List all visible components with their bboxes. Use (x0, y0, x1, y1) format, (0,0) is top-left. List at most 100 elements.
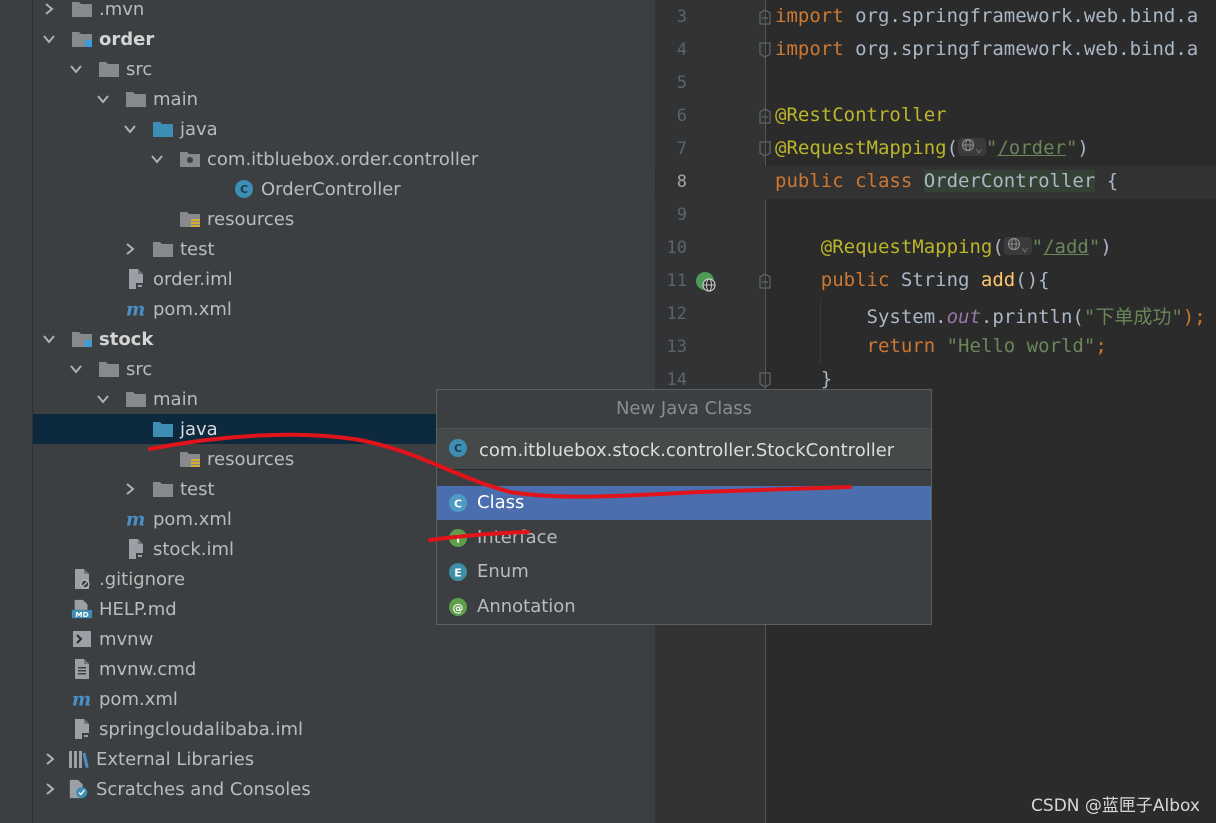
code-line-7[interactable]: 7 @RequestMapping(⌄ "/order") (655, 133, 1216, 166)
module-folder-icon (71, 28, 93, 50)
tree-node[interactable]: mvnw (0, 624, 655, 654)
chevron-down-icon[interactable] (122, 121, 138, 137)
tree-node[interactable]: m pom.xml (0, 684, 655, 714)
kind-label: Interface (477, 526, 558, 548)
chevron-down-icon[interactable] (149, 151, 165, 167)
chevron-down-icon[interactable] (41, 331, 57, 347)
svg-text:m: m (72, 689, 91, 709)
code-line-11[interactable]: 11 public String add(){ (655, 265, 1216, 298)
class-name: OrderController (923, 170, 1096, 192)
tree-node[interactable]: java (0, 114, 655, 144)
module-folder-icon (71, 328, 93, 350)
tree-node-label: Scratches and Consoles (96, 778, 311, 800)
code-text: ( (992, 236, 1004, 258)
tree-node-label: stock (99, 328, 154, 350)
kind-option-annotation[interactable]: @ Annotation (437, 590, 931, 624)
code-text: ) (1077, 137, 1089, 159)
code-line-4[interactable]: 4 import org.springframework.web.bind.a (655, 34, 1216, 67)
tree-node-label: mvnw (99, 628, 154, 650)
kind-label: Enum (477, 561, 529, 582)
kind-label: Annotation (477, 595, 576, 617)
tree-node-label: java (180, 418, 218, 440)
class-name-field[interactable]: C (437, 429, 931, 470)
globe-icon (1007, 237, 1020, 251)
code-text: { (1095, 170, 1119, 192)
code-line-12[interactable]: 12 System.out.println("下单成功"); (655, 298, 1216, 331)
url-inlay-hint[interactable]: ⌄ (958, 138, 986, 156)
chevron-right-icon[interactable] (42, 781, 58, 797)
fold-marker-icon[interactable] (758, 42, 772, 58)
iml-file-icon (71, 718, 93, 740)
keyword: import (775, 5, 844, 27)
kind-annotation-icon: @ (448, 597, 468, 617)
line-number: 4 (676, 40, 687, 60)
chevron-right-icon[interactable] (41, 1, 57, 17)
chevron-down-icon[interactable] (41, 31, 57, 47)
chevron-right-icon[interactable] (122, 481, 138, 497)
code-line-3[interactable]: 3 import org.springframework.web.bind.a (655, 1, 1216, 34)
line-number: 9 (676, 205, 687, 225)
fold-marker-icon[interactable] (758, 108, 772, 124)
tree-node[interactable]: .mvn (0, 0, 655, 24)
source-folder-icon (152, 418, 174, 440)
chevron-down-icon[interactable] (68, 61, 84, 77)
class-name-input[interactable] (477, 437, 921, 463)
line-number: 3 (676, 7, 687, 27)
tree-node[interactable]: springcloudalibaba.iml (0, 714, 655, 744)
code-line-8[interactable]: 8 public class OrderController { (655, 166, 1216, 199)
keyword: return (866, 335, 936, 357)
keyword: public (775, 170, 844, 192)
popup-title: New Java Class (437, 390, 931, 429)
annotation: @RequestMapping (775, 137, 947, 159)
tree-node[interactable]: m pom.xml (0, 294, 655, 324)
fold-marker-icon[interactable] (758, 9, 772, 25)
fold-marker-icon[interactable] (758, 372, 772, 388)
kind-option-interface[interactable]: I Interface (437, 521, 931, 555)
chevron-down-icon[interactable] (95, 391, 111, 407)
svg-text:I: I (456, 532, 460, 545)
code-line-9[interactable]: 9 (655, 199, 1216, 232)
markdown-file-icon: MD (71, 598, 93, 620)
fold-marker-icon[interactable] (758, 141, 772, 157)
chevron-right-icon[interactable] (122, 241, 138, 257)
code-line-5[interactable]: 5 (655, 67, 1216, 100)
tree-node-label: .mvn (99, 0, 145, 20)
chevron-right-icon[interactable] (42, 751, 58, 767)
tree-node[interactable]: test (0, 234, 655, 264)
code-text: ( (946, 137, 959, 159)
tree-node[interactable]: order (0, 24, 655, 54)
shell-script-icon (71, 628, 93, 650)
iml-file-icon (125, 538, 147, 560)
line-number: 12 (666, 304, 687, 324)
code-line-13[interactable]: 13 return "Hello world"; (655, 331, 1216, 364)
line-number: 13 (666, 337, 687, 357)
tree-node[interactable]: Scratches and Consoles (0, 774, 655, 804)
tree-node[interactable]: resources (0, 204, 655, 234)
tree-node[interactable]: src (0, 354, 655, 384)
code-text: (){ (1015, 269, 1050, 291)
kind-option-enum[interactable]: E Enum (437, 555, 931, 589)
code-text: ) (1100, 236, 1112, 258)
kind-option-class[interactable]: C Class (437, 486, 931, 520)
tree-node[interactable]: main (0, 84, 655, 114)
fold-marker-icon[interactable] (758, 273, 772, 289)
tree-node[interactable]: C OrderController (0, 174, 655, 204)
code-text: " (1031, 236, 1044, 258)
line-number: 14 (666, 370, 687, 390)
chevron-down-icon[interactable] (95, 91, 111, 107)
endpoint-globe-icon[interactable] (695, 271, 717, 293)
tree-node[interactable]: order.iml (0, 264, 655, 294)
tree-node-label: pom.xml (153, 298, 232, 320)
chevron-down-icon[interactable] (68, 361, 84, 377)
url-path-link[interactable]: /order (997, 137, 1066, 159)
url-path-link[interactable]: /add (1043, 236, 1089, 258)
code-line-6[interactable]: 6 @RestController (655, 100, 1216, 133)
tree-node[interactable]: stock (0, 324, 655, 354)
tree-node-label: HELP.md (99, 598, 177, 620)
tree-node[interactable]: src (0, 54, 655, 84)
tree-node[interactable]: com.itbluebox.order.controller (0, 144, 655, 174)
code-line-10[interactable]: 10 @RequestMapping(⌄ "/add") (655, 232, 1216, 265)
url-inlay-hint[interactable]: ⌄ (1003, 237, 1032, 255)
tree-node[interactable]: mvnw.cmd (0, 654, 655, 684)
tree-node[interactable]: External Libraries (0, 744, 655, 774)
